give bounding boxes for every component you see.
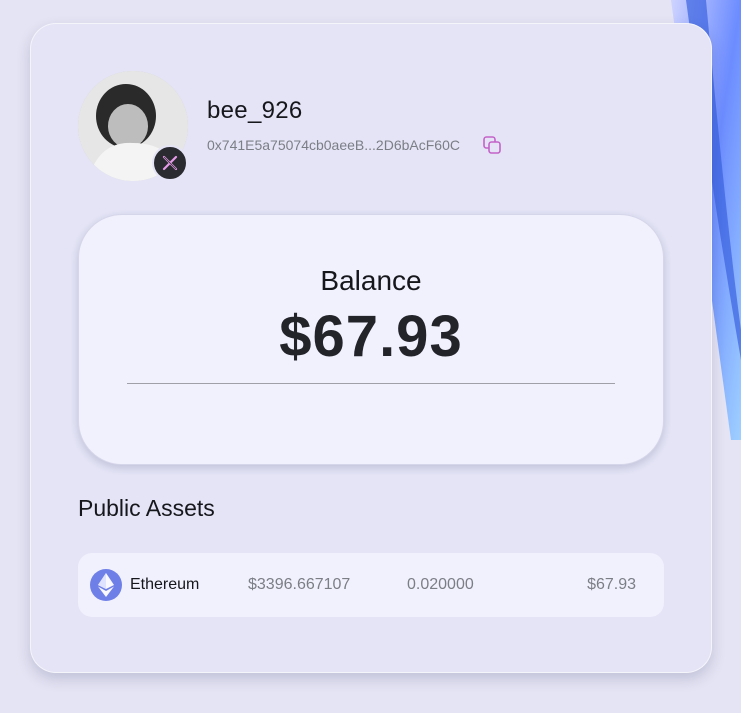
profile-card: bee_926 0x741E5a75074cb0aeeB...2D6bAcF60…: [30, 23, 712, 673]
asset-row[interactable]: Ethereum $3396.667107 0.020000 $67.93: [78, 553, 664, 617]
asset-name: Ethereum: [130, 576, 200, 593]
username: bee_926: [207, 97, 303, 124]
wallet-address: 0x741E5a75074cb0aeeB...2D6bAcF60C: [207, 137, 460, 153]
section-title-public-assets: Public Assets: [78, 495, 215, 521]
balance-label: Balance: [320, 265, 422, 296]
balance-value: $67.93: [279, 304, 463, 369]
asset-amount: 0.020000: [407, 576, 474, 593]
asset-price: $3396.667107: [248, 576, 351, 593]
x-logo-icon[interactable]: [152, 145, 188, 181]
ethereum-icon: [90, 569, 122, 601]
asset-value: $67.93: [587, 576, 636, 593]
divider: [127, 383, 615, 384]
copy-icon[interactable]: [482, 135, 502, 155]
balance-card: Balance $67.93: [78, 214, 664, 465]
